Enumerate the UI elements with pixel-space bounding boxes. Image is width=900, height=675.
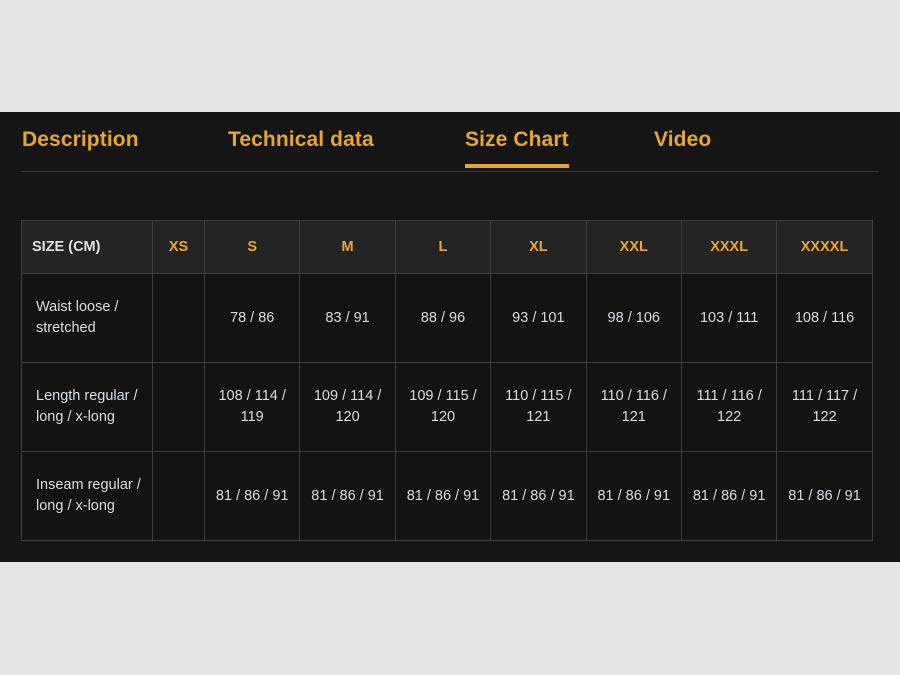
row-header-waist: Waist loose / stretched: [21, 273, 153, 363]
column-header-size-unit: SIZE (CM): [21, 220, 153, 274]
tab-label: Technical data: [228, 128, 374, 151]
cell-length-xs: [152, 362, 205, 452]
cell-waist-xxxl: 103 / 111: [680, 273, 778, 363]
cell-length-xxxxl: 111 / 117 / 122: [776, 362, 873, 452]
tab-divider: [21, 171, 878, 172]
cell-waist-m: 83 / 91: [299, 273, 396, 363]
active-tab-indicator: [465, 164, 569, 168]
table-row: Length regular / long / x-long 108 / 114…: [21, 362, 873, 452]
table-header-row: SIZE (CM) XS S M L XL XXL XXXL XXXXL: [21, 220, 873, 274]
column-header-l: L: [394, 220, 492, 274]
size-chart-table: SIZE (CM) XS S M L XL XXL XXXL XXXXL Wai…: [21, 220, 873, 541]
cell-inseam-xxl: 81 / 86 / 91: [585, 451, 682, 541]
cell-length-xl: 110 / 115 / 121: [490, 362, 587, 452]
cell-inseam-xxxxl: 81 / 86 / 91: [776, 451, 873, 541]
column-header-xxl: XXL: [585, 220, 682, 274]
cell-waist-l: 88 / 96: [394, 273, 492, 363]
column-header-s: S: [203, 220, 301, 274]
cell-waist-xxxxl: 108 / 116: [776, 273, 873, 363]
tab-technical-data[interactable]: Technical data: [228, 126, 374, 154]
column-header-xxxxl: XXXXL: [776, 220, 873, 274]
tab-video[interactable]: Video: [654, 126, 711, 154]
cell-inseam-s: 81 / 86 / 91: [203, 451, 301, 541]
column-header-xs: XS: [152, 220, 205, 274]
cell-waist-s: 78 / 86: [203, 273, 301, 363]
product-tabs: Description Technical data Size Chart Vi…: [0, 112, 900, 172]
column-header-xl: XL: [490, 220, 587, 274]
cell-length-s: 108 / 114 / 119: [203, 362, 301, 452]
cell-inseam-m: 81 / 86 / 91: [299, 451, 396, 541]
cell-length-xxl: 110 / 116 / 121: [585, 362, 682, 452]
cell-inseam-l: 81 / 86 / 91: [394, 451, 492, 541]
cell-inseam-xxxl: 81 / 86 / 91: [680, 451, 778, 541]
cell-length-m: 109 / 114 / 120: [299, 362, 396, 452]
cell-waist-xl: 93 / 101: [490, 273, 587, 363]
product-detail-panel: Description Technical data Size Chart Vi…: [0, 112, 900, 562]
table-row: Inseam regular / long / x-long 81 / 86 /…: [21, 451, 873, 541]
column-header-xxxl: XXXL: [680, 220, 778, 274]
tab-description[interactable]: Description: [22, 126, 139, 154]
table-row: Waist loose / stretched 78 / 86 83 / 91 …: [21, 273, 873, 363]
tab-size-chart[interactable]: Size Chart: [465, 126, 569, 168]
tab-label: Description: [22, 128, 139, 151]
cell-length-l: 109 / 115 / 120: [394, 362, 492, 452]
page-root: Description Technical data Size Chart Vi…: [0, 0, 900, 675]
tab-label: Size Chart: [465, 128, 569, 151]
tab-label: Video: [654, 128, 712, 151]
cell-waist-xs: [152, 273, 205, 363]
row-header-length: Length regular / long / x-long: [21, 362, 153, 452]
row-header-inseam: Inseam regular / long / x-long: [21, 451, 153, 541]
column-header-m: M: [299, 220, 396, 274]
cell-length-xxxl: 111 / 116 / 122: [680, 362, 778, 452]
cell-waist-xxl: 98 / 106: [585, 273, 682, 363]
cell-inseam-xl: 81 / 86 / 91: [490, 451, 587, 541]
cell-inseam-xs: [152, 451, 205, 541]
